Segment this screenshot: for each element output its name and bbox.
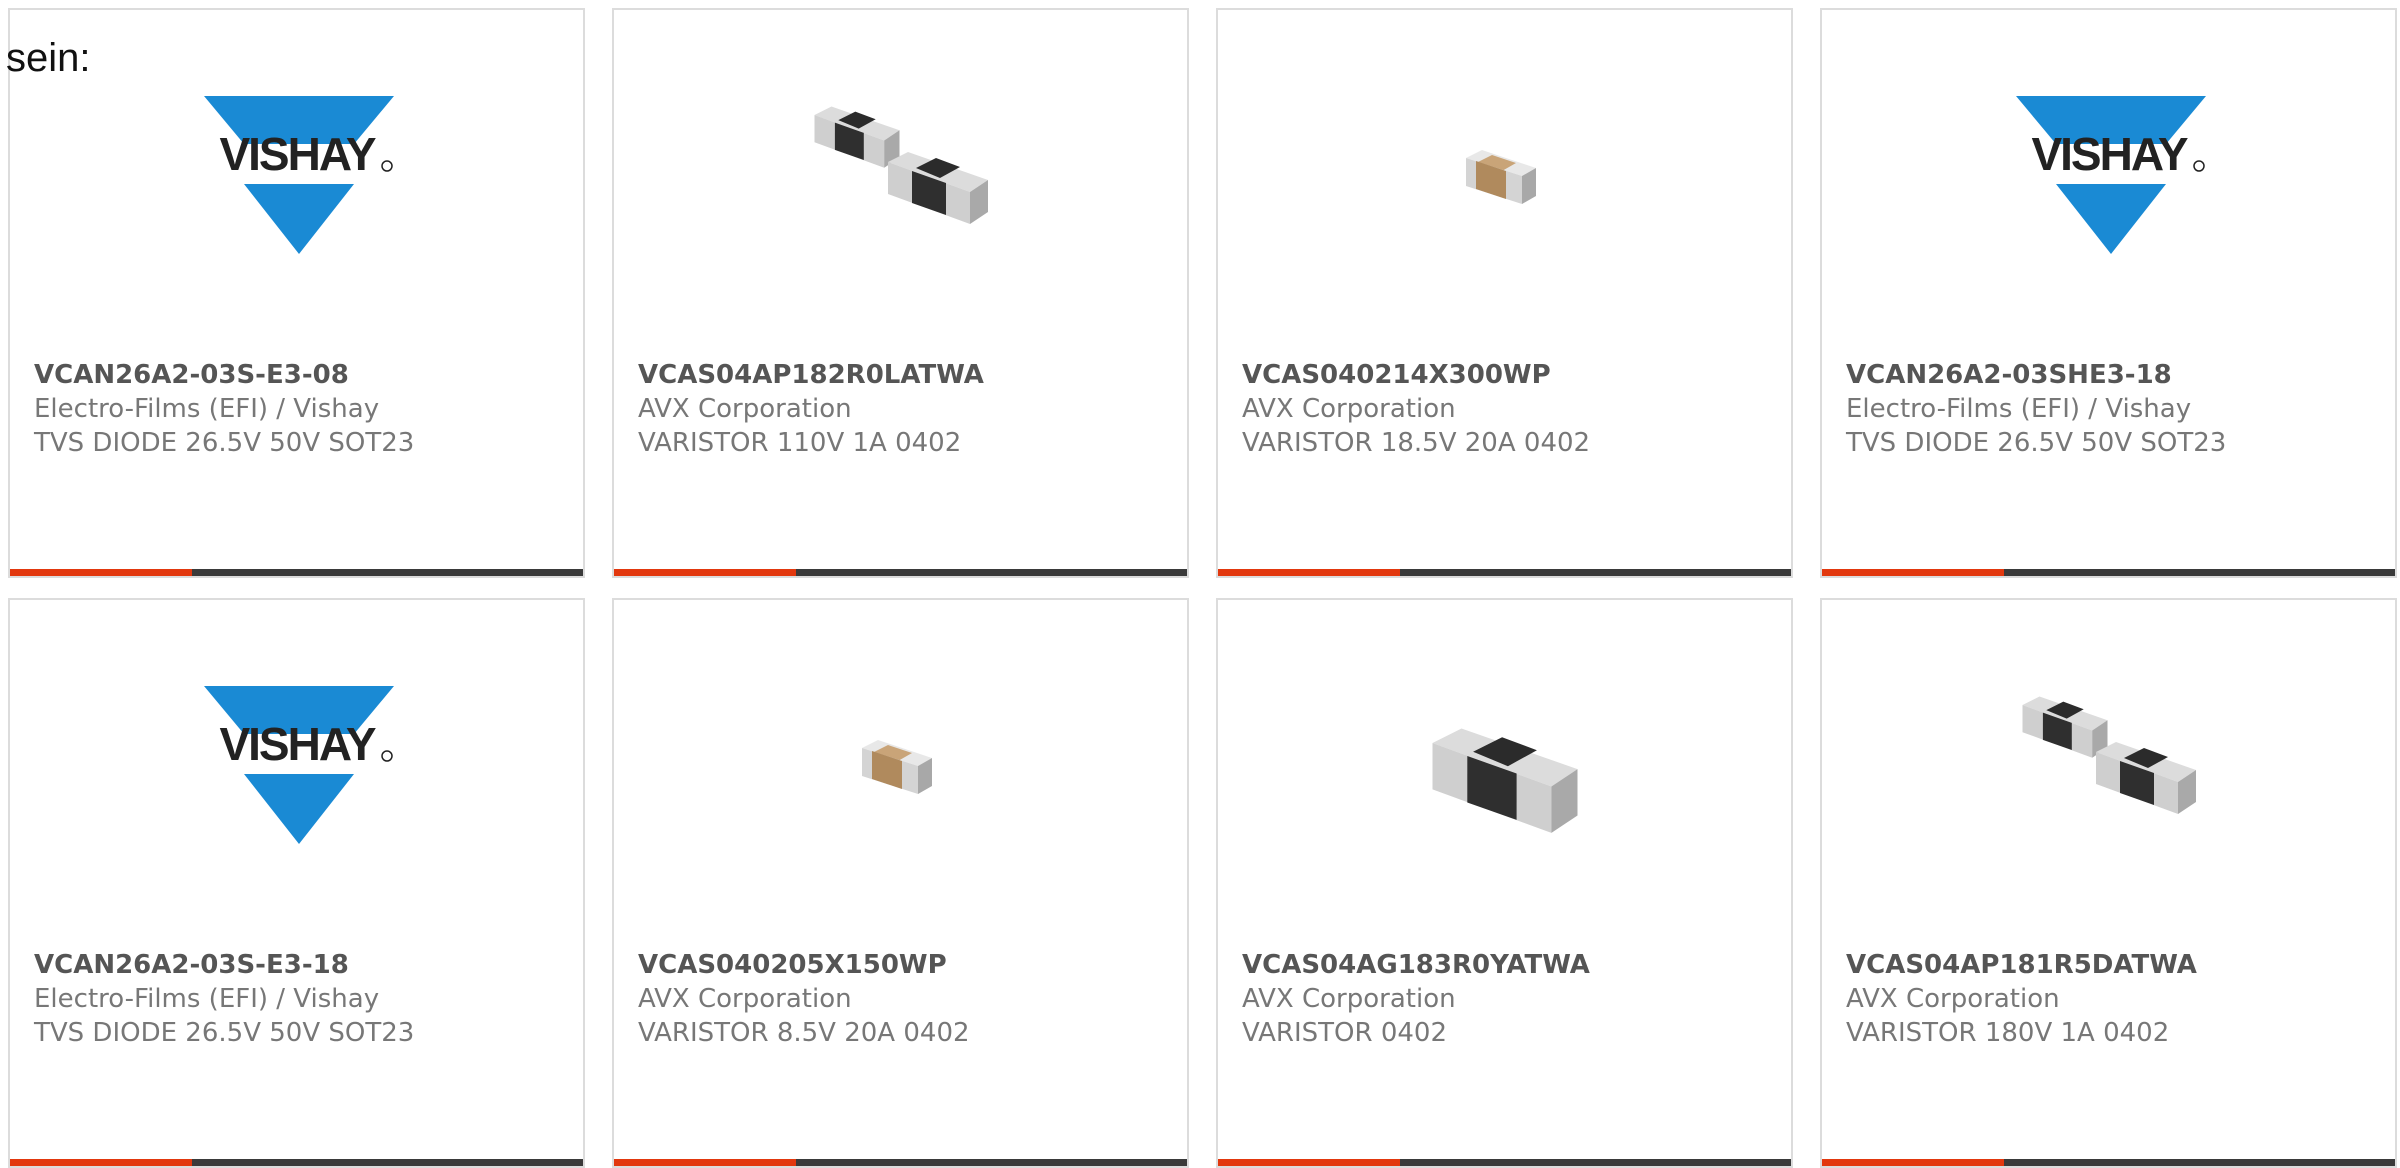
product-card[interactable]: VCAS04AP182R0LATWA AVX Corporation VARIS… [612,8,1189,578]
description: VARISTOR 110V 1A 0402 [638,428,962,458]
part-number[interactable]: VCAS04AP182R0LATWA [638,360,984,390]
card-footer-bar [1218,1159,1791,1166]
manufacturer: AVX Corporation [1242,984,1456,1014]
manufacturer: Electro-Films (EFI) / Vishay [34,984,380,1014]
vishay-logo-image [196,84,398,286]
manufacturer: AVX Corporation [1242,394,1456,424]
description: VARISTOR 180V 1A 0402 [1846,1018,2170,1048]
card-footer-bar [1822,569,2395,576]
product-card[interactable]: VCAS04AP181R5DATWA AVX Corporation VARIS… [1820,598,2397,1168]
card-footer-bar [614,1159,1187,1166]
card-accent-bar [10,1159,192,1166]
card-footer-bar [614,569,1187,576]
description: TVS DIODE 26.5V 50V SOT23 [34,428,415,458]
vishay-logo-image [196,674,398,876]
product-card[interactable]: VCAN26A2-03S-E3-08 Electro-Films (EFI) /… [8,8,585,578]
description: VARISTOR 0402 [1242,1018,1447,1048]
card-accent-bar [614,1159,796,1166]
part-number[interactable]: VCAS04AG183R0YATWA [1242,950,1590,980]
card-accent-bar [1218,569,1400,576]
card-accent-bar [1822,1159,2004,1166]
component-image [2008,674,2210,876]
component-image [800,674,1002,876]
card-accent-bar [614,569,796,576]
card-accent-bar [10,569,192,576]
part-number[interactable]: VCAN26A2-03S-E3-18 [34,950,349,980]
component-image [800,84,1002,286]
manufacturer: Electro-Films (EFI) / Vishay [1846,394,2192,424]
card-accent-bar [1822,569,2004,576]
manufacturer: AVX Corporation [638,394,852,424]
part-number[interactable]: VCAS040214X300WP [1242,360,1551,390]
description: TVS DIODE 26.5V 50V SOT23 [34,1018,415,1048]
description: VARISTOR 18.5V 20A 0402 [1242,428,1591,458]
manufacturer: AVX Corporation [1846,984,2060,1014]
product-card[interactable]: VCAN26A2-03S-E3-18 Electro-Films (EFI) /… [8,598,585,1168]
description: VARISTOR 8.5V 20A 0402 [638,1018,970,1048]
product-card[interactable]: VCAS040205X150WP AVX Corporation VARISTO… [612,598,1189,1168]
part-number[interactable]: VCAS040205X150WP [638,950,947,980]
component-image [1404,674,1606,876]
manufacturer: Electro-Films (EFI) / Vishay [34,394,380,424]
product-card[interactable]: VCAN26A2-03SHE3-18 Electro-Films (EFI) /… [1820,8,2397,578]
product-card[interactable]: VCAS040214X300WP AVX Corporation VARISTO… [1216,8,1793,578]
component-image [1404,84,1606,286]
intro-text: sein: [6,36,91,80]
part-number[interactable]: VCAS04AP181R5DATWA [1846,950,2197,980]
vishay-logo-image [2008,84,2210,286]
manufacturer: AVX Corporation [638,984,852,1014]
card-footer-bar [10,569,583,576]
card-footer-bar [1218,569,1791,576]
card-accent-bar [1218,1159,1400,1166]
description: TVS DIODE 26.5V 50V SOT23 [1846,428,2227,458]
product-card[interactable]: VCAS04AG183R0YATWA AVX Corporation VARIS… [1216,598,1793,1168]
card-footer-bar [1822,1159,2395,1166]
part-number[interactable]: VCAN26A2-03S-E3-08 [34,360,349,390]
part-number[interactable]: VCAN26A2-03SHE3-18 [1846,360,2172,390]
card-footer-bar [10,1159,583,1166]
